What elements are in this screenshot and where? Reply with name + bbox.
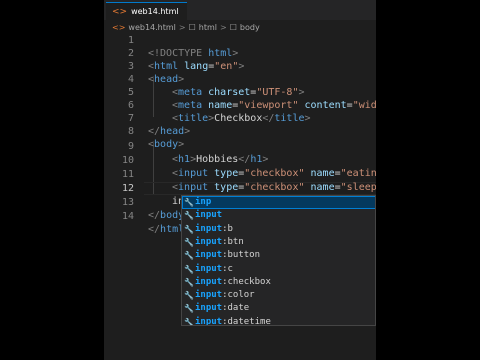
- line-number: 12: [121, 183, 134, 194]
- suggestion-item[interactable]: 🔧 input:c: [182, 263, 375, 276]
- breadcrumb-file[interactable]: web14.html: [128, 23, 176, 32]
- breadcrumb: <> web14.html > ☐ html > ☐ body: [104, 20, 376, 34]
- line-number: 5: [127, 87, 134, 98]
- line-number: 9: [127, 141, 134, 152]
- breadcrumb-separator: >: [178, 22, 186, 32]
- breadcrumb-html[interactable]: html: [199, 23, 217, 32]
- suggestion-widget: 🔧 inp 🔧 input 🔧 input:b 🔧 input:btn 🔧 input:b…: [181, 195, 376, 326]
- suggestion-item[interactable]: 🔧 input:date: [182, 302, 375, 315]
- element-icon: ☐: [229, 22, 237, 32]
- line-number: 10: [121, 155, 134, 166]
- suggestion-item[interactable]: 🔧 input:b: [182, 223, 375, 236]
- line-number: 13: [121, 197, 134, 208]
- wrench-icon: 🔧: [184, 211, 194, 221]
- line-number: 14: [121, 211, 134, 222]
- breadcrumb-separator: >: [220, 22, 227, 32]
- tab-label: web14.html: [131, 7, 179, 16]
- html-file-icon: <>: [112, 22, 126, 32]
- code-editor[interactable]: <> web14.html <> web14.html > ☐ html > ☐…: [104, 0, 376, 360]
- line-number: 2: [127, 48, 134, 59]
- suggestion-item[interactable]: 🔧 input:datetime: [182, 316, 375, 326]
- suggestion-item[interactable]: 🔧 input:button: [182, 249, 375, 262]
- line-number: 6: [127, 100, 134, 111]
- line-number: 7: [127, 113, 134, 124]
- wrench-icon: 🔧: [184, 224, 194, 234]
- html-file-icon: <>: [112, 6, 128, 17]
- tab-web14-html[interactable]: <> web14.html: [106, 2, 187, 20]
- wrench-icon: 🔧: [184, 277, 194, 287]
- line-number: 4: [127, 74, 134, 85]
- wrench-icon: 🔧: [184, 237, 194, 247]
- wrench-icon: 🔧: [184, 264, 194, 274]
- suggestion-item[interactable]: 🔧 input:color: [182, 289, 375, 302]
- code-line: </html: [148, 224, 185, 235]
- breadcrumb-body[interactable]: body: [240, 23, 260, 32]
- suggestion-item[interactable]: 🔧 input:checkbox: [182, 276, 375, 289]
- wrench-icon: 🔧: [184, 198, 194, 207]
- element-icon: ☐: [188, 22, 196, 32]
- suggestion-item[interactable]: 🔧 inp: [182, 196, 375, 210]
- line-number: 3: [127, 61, 134, 72]
- wrench-icon: 🔧: [184, 317, 194, 326]
- line-number: 11: [121, 169, 134, 180]
- tab-bar: <> web14.html: [104, 0, 376, 20]
- wrench-icon: 🔧: [184, 251, 194, 261]
- line-number: 8: [127, 126, 134, 137]
- line-number: 1: [127, 35, 134, 46]
- suggestion-item[interactable]: 🔧 input:btn: [182, 236, 375, 249]
- suggestion-item[interactable]: 🔧 input: [182, 209, 375, 222]
- wrench-icon: 🔧: [184, 304, 194, 314]
- wrench-icon: 🔧: [184, 291, 194, 301]
